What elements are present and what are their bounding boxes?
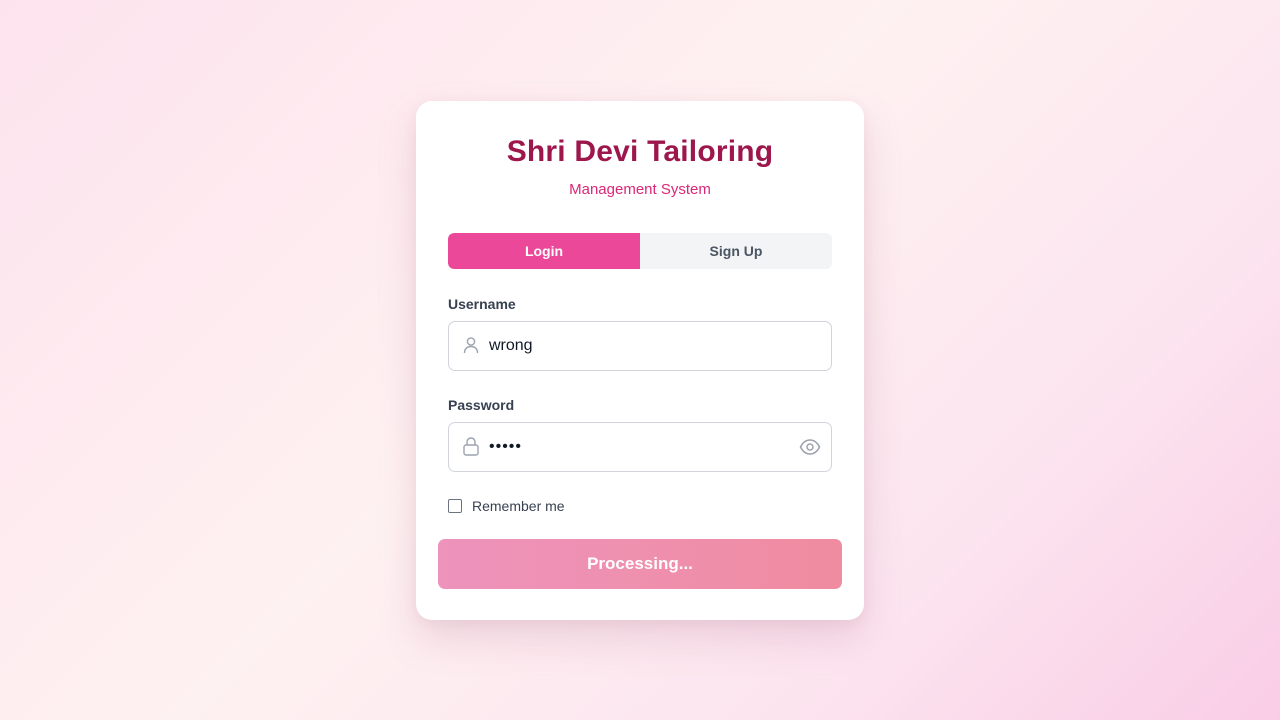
- remember-me-row: Remember me: [448, 498, 565, 514]
- user-icon: [461, 335, 481, 355]
- app-subtitle: Management System: [569, 181, 711, 198]
- password-label: Password: [448, 397, 515, 413]
- password-input[interactable]: [489, 423, 789, 471]
- tab-login[interactable]: Login: [448, 233, 640, 269]
- username-field-wrapper: [448, 321, 832, 371]
- eye-icon[interactable]: [799, 436, 821, 458]
- submit-button[interactable]: Processing...: [438, 539, 842, 589]
- remember-me-label: Remember me: [472, 498, 565, 514]
- username-input[interactable]: [489, 322, 789, 370]
- password-field-wrapper: [448, 422, 832, 472]
- lock-icon: [461, 436, 481, 456]
- remember-me-checkbox[interactable]: [448, 499, 462, 513]
- username-label: Username: [448, 296, 516, 312]
- auth-tabs: Login Sign Up: [448, 233, 832, 269]
- app-title: Shri Devi Tailoring: [506, 135, 774, 168]
- tab-sign-up[interactable]: Sign Up: [640, 233, 832, 269]
- login-card: Shri Devi Tailoring Management System Lo…: [416, 101, 864, 620]
